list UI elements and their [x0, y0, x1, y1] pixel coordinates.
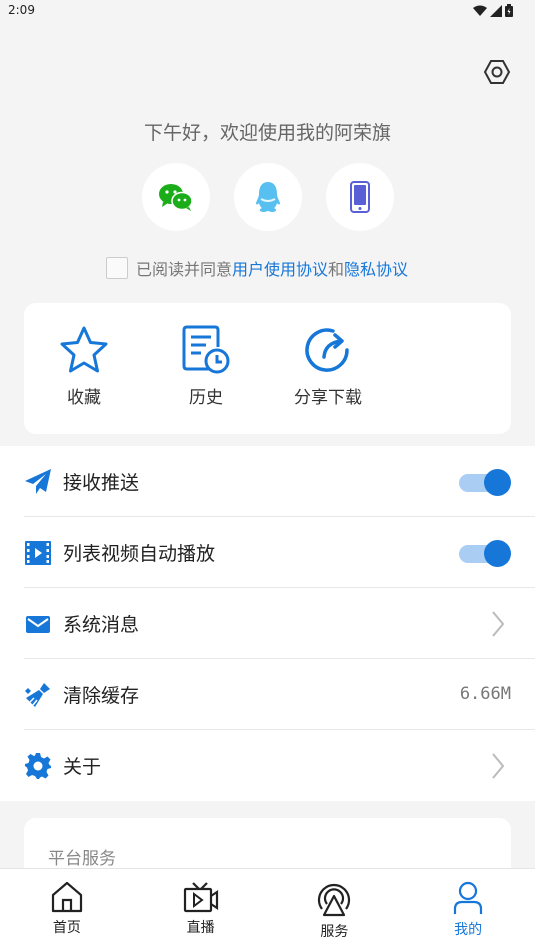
hexagon-settings-icon	[483, 60, 511, 84]
send-icon	[25, 469, 51, 494]
autoplay-label: 列表视频自动播放	[63, 543, 216, 565]
status-icons	[473, 4, 513, 17]
messages-row[interactable]: 系统消息	[24, 588, 535, 659]
push-row: 接收推送	[24, 446, 535, 517]
broom-icon	[25, 683, 50, 707]
status-time: 2:09	[8, 3, 35, 17]
greeting-text: 下午好，欢迎使用我的阿荣旗	[143, 122, 391, 144]
chevron-right-icon	[492, 611, 505, 637]
agreement: 已阅读并同意 用户使用协议 和 隐私协议	[106, 256, 408, 280]
about-label: 关于	[63, 756, 102, 778]
share-download-label: 分享下载	[294, 388, 362, 408]
broadcast-icon	[318, 883, 351, 917]
agreement-prefix: 已阅读并同意	[136, 260, 233, 279]
autoplay-toggle-knob	[484, 540, 511, 567]
share-icon	[305, 328, 349, 372]
messages-label: 系统消息	[63, 614, 140, 636]
qq-icon	[255, 182, 280, 212]
login-methods	[0, 163, 535, 231]
live-tv-icon	[183, 882, 218, 913]
agreement-checkbox[interactable]	[106, 257, 128, 279]
history-label: 历史	[189, 388, 223, 408]
history-icon	[182, 325, 230, 374]
phone-icon	[349, 181, 370, 213]
push-toggle-knob	[484, 469, 511, 496]
signal-icon	[490, 4, 502, 17]
autoplay-row: 列表视频自动播放	[24, 517, 535, 588]
push-label: 接收推送	[63, 472, 140, 494]
quick-actions-card: 收藏 历史 分享下载	[24, 303, 511, 434]
history-button[interactable]: 历史	[156, 325, 256, 408]
star-icon	[60, 326, 108, 373]
privacy-agreement-link[interactable]: 隐私协议	[344, 256, 408, 280]
nav-mine-label: 我的	[454, 922, 483, 938]
nav-services[interactable]: 服务	[268, 869, 402, 951]
qq-login-button[interactable]	[233, 163, 302, 231]
nav-mine[interactable]: 我的	[401, 869, 535, 951]
wechat-icon	[158, 184, 193, 211]
agreement-and: 和	[328, 260, 345, 279]
push-toggle[interactable]	[457, 469, 511, 496]
platform-services-title: 平台服务	[48, 849, 116, 869]
video-icon	[25, 541, 51, 565]
cache-label: 清除缓存	[63, 685, 140, 707]
gear-icon	[25, 753, 51, 779]
wifi-icon	[473, 5, 487, 16]
nav-live-label: 直播	[186, 920, 215, 936]
wechat-login-button[interactable]	[141, 163, 210, 231]
mail-icon	[26, 616, 50, 633]
bottom-nav: 首页 直播 服务 我的	[0, 868, 535, 951]
nav-live[interactable]: 直播	[134, 869, 268, 951]
home-icon	[51, 881, 82, 913]
cache-size-value: 6.66M	[459, 684, 511, 704]
chevron-right-icon	[492, 753, 505, 779]
user-icon	[454, 881, 483, 914]
nav-home-label: 首页	[52, 920, 81, 936]
share-download-button[interactable]: 分享下载	[278, 325, 378, 408]
settings-list: 接收推送 列表视频自动播放 系统消息 清除缓存 6.66M 关于	[0, 446, 535, 801]
about-row[interactable]: 关于	[24, 730, 535, 801]
cache-row[interactable]: 清除缓存 6.66M	[24, 659, 535, 730]
user-agreement-link[interactable]: 用户使用协议	[232, 256, 328, 280]
favorites-label: 收藏	[67, 388, 101, 408]
battery-icon	[505, 4, 513, 17]
settings-button[interactable]	[483, 58, 511, 86]
status-bar: 2:09	[0, 0, 535, 24]
phone-login-button[interactable]	[325, 163, 394, 231]
nav-services-label: 服务	[320, 924, 349, 940]
nav-home[interactable]: 首页	[0, 869, 134, 951]
favorites-button[interactable]: 收藏	[34, 325, 134, 408]
autoplay-toggle[interactable]	[457, 540, 511, 567]
